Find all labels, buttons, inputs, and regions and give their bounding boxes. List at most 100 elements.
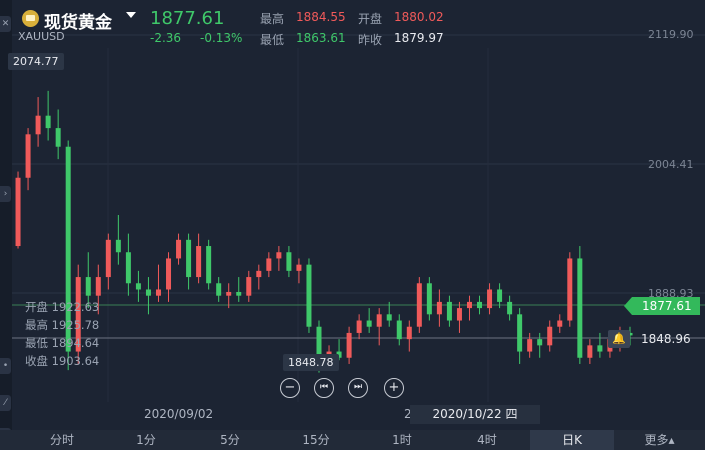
gold-bar-icon bbox=[22, 10, 39, 27]
candle-body[interactable] bbox=[406, 326, 412, 340]
ohlc-high-label: 最高 bbox=[25, 318, 48, 332]
max-price-marker: 2074.77 bbox=[8, 53, 64, 70]
candle-body[interactable] bbox=[567, 258, 573, 321]
tab-15min[interactable]: 15分 bbox=[272, 430, 360, 450]
candle-body[interactable] bbox=[396, 320, 402, 340]
candle-body[interactable] bbox=[105, 239, 111, 278]
candle-body[interactable] bbox=[25, 134, 31, 178]
open-value: 1880.02 bbox=[394, 10, 444, 24]
ohlc-open: 开盘 1922.63 bbox=[25, 299, 99, 315]
pin-icon[interactable]: • bbox=[0, 358, 11, 374]
prev-close-label: 昨收 bbox=[358, 33, 383, 47]
candle-body[interactable] bbox=[85, 277, 91, 296]
candle-body[interactable] bbox=[256, 270, 262, 278]
ohlc-open-label: 开盘 bbox=[25, 300, 48, 314]
high-label: 最高 bbox=[260, 12, 285, 26]
candle-body[interactable] bbox=[276, 252, 282, 259]
tab-more[interactable]: 更多▴ bbox=[614, 430, 705, 450]
candle-body[interactable] bbox=[527, 339, 533, 352]
high-value: 1884.55 bbox=[296, 10, 346, 24]
candle-body[interactable] bbox=[346, 332, 352, 358]
low-value: 1863.61 bbox=[296, 31, 346, 45]
candle-body[interactable] bbox=[547, 326, 553, 346]
candle-body[interactable] bbox=[206, 246, 212, 284]
candle-body[interactable] bbox=[186, 239, 192, 278]
open-label: 开盘 bbox=[358, 12, 383, 26]
candle-body[interactable] bbox=[456, 308, 462, 321]
candle-body[interactable] bbox=[376, 314, 382, 327]
candle-body[interactable] bbox=[487, 289, 493, 309]
candle-body[interactable] bbox=[125, 252, 131, 284]
candle-body[interactable] bbox=[446, 301, 452, 321]
candle-body[interactable] bbox=[597, 345, 603, 352]
low-label: 最低 bbox=[260, 33, 285, 47]
chevron-down-icon[interactable] bbox=[126, 12, 136, 18]
instrument-symbol: XAUUSD bbox=[18, 30, 65, 43]
zoom-in-button[interactable]: + bbox=[384, 378, 404, 398]
candle-body[interactable] bbox=[517, 314, 523, 352]
candle-body[interactable] bbox=[286, 252, 292, 271]
tab-1min[interactable]: 1分 bbox=[104, 430, 188, 450]
candlestick-series bbox=[5, 90, 633, 373]
tab-5min[interactable]: 5分 bbox=[188, 430, 272, 450]
candle-body[interactable] bbox=[166, 258, 172, 290]
candle-body[interactable] bbox=[55, 128, 61, 147]
candle-body[interactable] bbox=[426, 283, 432, 315]
candle-body[interactable] bbox=[145, 289, 151, 296]
candle-body[interactable] bbox=[266, 258, 272, 271]
candle-body[interactable] bbox=[386, 314, 392, 321]
candle-body[interactable] bbox=[537, 339, 543, 346]
ohlc-high: 最高 1925.78 bbox=[25, 317, 99, 333]
candle-body[interactable] bbox=[466, 301, 472, 309]
candle-body[interactable] bbox=[296, 264, 302, 271]
candle-body[interactable] bbox=[95, 277, 101, 296]
tab-fenshi[interactable]: 分时 bbox=[20, 430, 104, 450]
candle-body[interactable] bbox=[216, 283, 222, 296]
price-change-pct: -0.13% bbox=[200, 31, 243, 45]
y-tick-label: 2004.41 bbox=[648, 158, 694, 171]
last-price: 1877.61 bbox=[150, 8, 225, 29]
candle-body[interactable] bbox=[236, 291, 242, 296]
candle-body[interactable] bbox=[196, 246, 202, 278]
candle-body[interactable] bbox=[15, 177, 21, 247]
zoom-out-button[interactable]: − bbox=[280, 378, 300, 398]
candle-body[interactable] bbox=[35, 115, 41, 135]
price-change: -2.36 bbox=[150, 31, 182, 45]
candle-body[interactable] bbox=[416, 283, 422, 327]
y-tick-label: 2119.90 bbox=[648, 28, 694, 41]
candle-body[interactable] bbox=[477, 301, 483, 309]
candle-body[interactable] bbox=[176, 239, 182, 259]
candle-body[interactable] bbox=[577, 258, 583, 358]
candle-body[interactable] bbox=[306, 264, 312, 327]
collapse-icon[interactable]: › bbox=[0, 186, 11, 202]
draw-icon[interactable]: ⁄ bbox=[0, 395, 11, 411]
period-tabbar: 分时 1分 5分 15分 1时 4时 日K 更多▴ bbox=[0, 430, 705, 450]
crosshair-price: 1848.96 bbox=[641, 332, 691, 346]
next-button[interactable]: ⏭ bbox=[348, 378, 368, 398]
candle-body[interactable] bbox=[356, 320, 362, 333]
candle-body[interactable] bbox=[135, 283, 141, 290]
price-chart[interactable] bbox=[0, 0, 705, 430]
candle-body[interactable] bbox=[557, 320, 563, 327]
candle-body[interactable] bbox=[507, 301, 513, 315]
candle-body[interactable] bbox=[45, 115, 51, 129]
bell-icon[interactable]: 🔔 bbox=[608, 330, 630, 348]
candle-body[interactable] bbox=[246, 277, 252, 296]
candle-body[interactable] bbox=[587, 345, 593, 358]
tab-1hour[interactable]: 1时 bbox=[360, 430, 444, 450]
tab-daily[interactable]: 日K bbox=[530, 430, 614, 450]
candle-body[interactable] bbox=[436, 301, 442, 315]
ohlc-close-value: 1903.64 bbox=[51, 354, 100, 368]
ohlc-close-label: 收盘 bbox=[25, 354, 48, 368]
ohlc-low-label: 最低 bbox=[25, 336, 48, 350]
candle-body[interactable] bbox=[366, 320, 372, 327]
ohlc-high-value: 1925.78 bbox=[51, 318, 100, 332]
candle-body[interactable] bbox=[226, 291, 232, 296]
tab-4hour[interactable]: 4时 bbox=[444, 430, 530, 450]
min-price-marker: 1848.78 bbox=[283, 354, 339, 371]
prev-button[interactable]: ⏮ bbox=[314, 378, 334, 398]
candle-body[interactable] bbox=[155, 289, 161, 296]
current-price-tag: 1877.61 bbox=[624, 297, 700, 315]
candle-body[interactable] bbox=[115, 239, 121, 253]
candle-body[interactable] bbox=[497, 289, 503, 302]
